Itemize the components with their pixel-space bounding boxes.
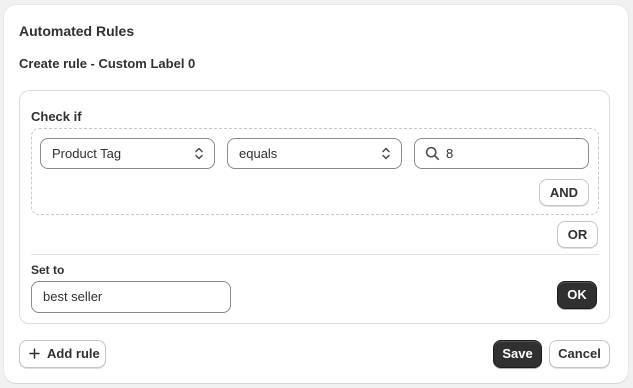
automated-rules-card: Automated Rules Create rule - Custom Lab…: [4, 5, 628, 383]
value-search-input[interactable]: 8: [414, 138, 589, 169]
operator-select-value: equals: [239, 146, 278, 161]
cancel-button[interactable]: Cancel: [549, 340, 610, 368]
add-rule-label: Add rule: [47, 346, 100, 361]
rule-editor: Check if Product Tag equals 8 AND OR Set…: [19, 90, 610, 324]
operator-select[interactable]: equals: [227, 138, 402, 169]
field-select-value: Product Tag: [52, 146, 122, 161]
page-title: Automated Rules: [19, 23, 135, 39]
ok-button[interactable]: OK: [557, 281, 597, 309]
section-divider: [31, 254, 599, 255]
plus-icon: [29, 348, 40, 359]
or-button[interactable]: OR: [557, 221, 598, 248]
chevron-up-down-icon: [195, 147, 203, 160]
field-select[interactable]: Product Tag: [40, 138, 215, 169]
search-icon: [425, 146, 440, 161]
value-search-text: 8: [446, 146, 454, 161]
save-button[interactable]: Save: [493, 340, 542, 368]
condition-group: Product Tag equals 8 AND: [31, 128, 599, 215]
check-if-label: Check if: [31, 109, 82, 124]
rule-subtitle: Create rule - Custom Label 0: [19, 56, 196, 71]
set-to-label: Set to: [31, 263, 65, 277]
chevron-up-down-icon: [382, 147, 390, 160]
and-button[interactable]: AND: [539, 179, 589, 206]
set-to-input[interactable]: best seller: [31, 281, 231, 313]
add-rule-button[interactable]: Add rule: [19, 340, 106, 368]
